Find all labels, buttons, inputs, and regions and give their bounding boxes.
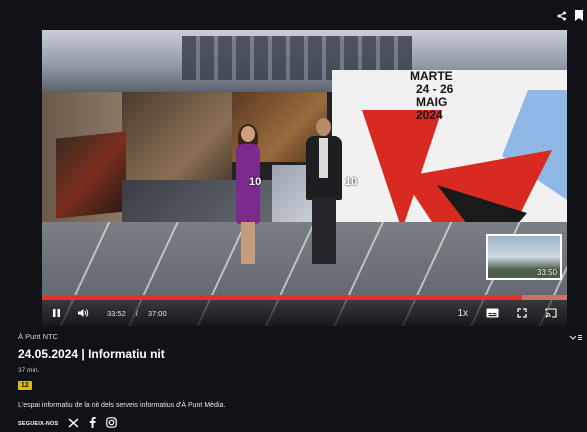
video-player[interactable]: MARTE 24 - 26 MAIG 2024 10 10 33:50 33:5… bbox=[42, 30, 567, 326]
current-time: 33:52 bbox=[107, 308, 126, 318]
player-controls: 33:52 / 37:00 1x bbox=[42, 300, 567, 326]
event-overlay-text: MARTE 24 - 26 MAIG 2024 bbox=[410, 70, 453, 122]
event-line: 2024 bbox=[416, 108, 443, 122]
total-time: 37:00 bbox=[147, 308, 167, 318]
fullscreen-icon[interactable] bbox=[517, 306, 527, 320]
chevron-down-icon[interactable] bbox=[569, 334, 583, 344]
preview-time: 33:50 bbox=[536, 268, 557, 277]
video-frame: MARTE 24 - 26 MAIG 2024 10 10 33:50 bbox=[42, 30, 567, 326]
x-icon[interactable] bbox=[68, 417, 79, 430]
cast-icon[interactable] bbox=[545, 306, 557, 320]
bookmark-icon[interactable] bbox=[575, 8, 583, 26]
follow-label: SEGUEIX-NOS bbox=[18, 420, 59, 427]
presenter-male bbox=[304, 118, 344, 266]
subtitles-icon[interactable] bbox=[486, 306, 499, 320]
presenter-female bbox=[232, 124, 264, 266]
top-actions bbox=[557, 8, 583, 26]
episode-duration: 37 min. bbox=[18, 367, 40, 374]
age-rating-badge: 12 bbox=[18, 381, 32, 390]
episode-description: L'espai informatiu de la nit dels servei… bbox=[18, 402, 226, 409]
facebook-icon[interactable] bbox=[89, 417, 97, 430]
share-icon[interactable] bbox=[557, 8, 567, 26]
mic-badge: 10 bbox=[345, 176, 358, 188]
time-separator: / bbox=[135, 308, 138, 318]
pause-icon[interactable] bbox=[52, 306, 61, 320]
episode-info: À Punt NTC 24.05.2024 | Informatiu nit 3… bbox=[18, 332, 568, 430]
mic-badge: 10 bbox=[249, 176, 262, 188]
page: MARTE 24 - 26 MAIG 2024 10 10 33:50 33:5… bbox=[0, 0, 587, 432]
instagram-icon[interactable] bbox=[106, 417, 118, 430]
speed-button[interactable]: 1x bbox=[457, 308, 468, 319]
preview-thumbnail: 33:50 bbox=[486, 234, 562, 280]
episode-title: 24.05.2024 | Informatiu nit bbox=[18, 347, 165, 361]
volume-icon[interactable] bbox=[77, 306, 89, 320]
social-follow: SEGUEIX-NOS bbox=[18, 417, 568, 430]
program-name[interactable]: À Punt NTC bbox=[18, 332, 568, 341]
